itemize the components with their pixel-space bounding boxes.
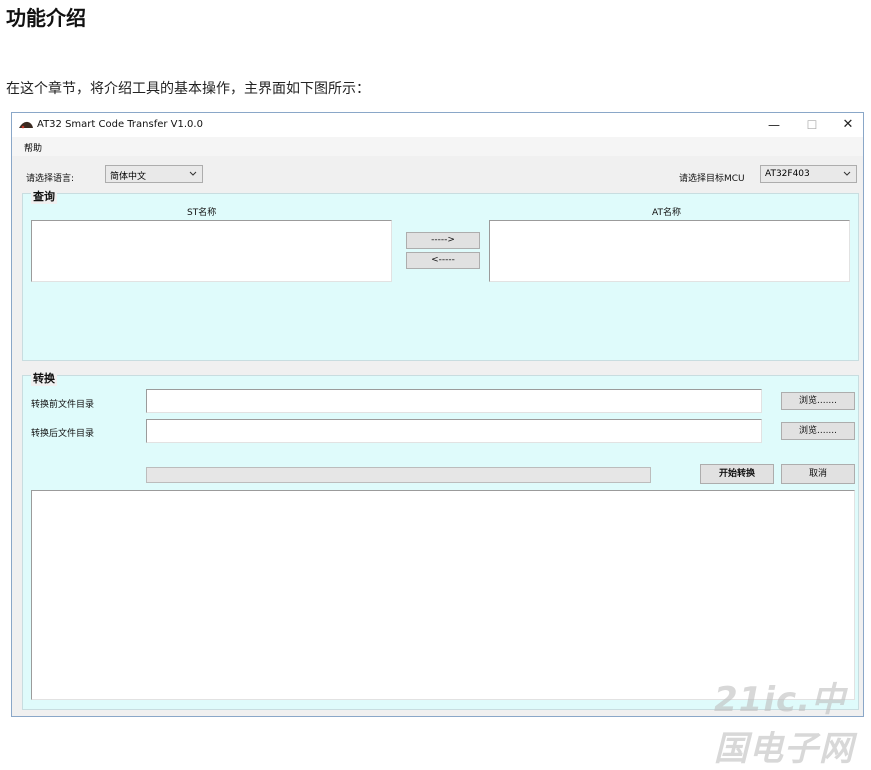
menu-item-help[interactable]: 帮助 [24,141,42,154]
cancel-button[interactable]: 取消 [781,464,855,484]
language-selected-value: 简体中文 [110,172,147,182]
query-group: 查询 ST名称 AT名称 -----> <----- [22,188,859,361]
target-dir-label: 转换后文件目录 [31,429,95,439]
mcu-label: 请选择目标MCU [679,174,745,184]
st-to-at-button[interactable]: -----> [406,232,480,249]
convert-group: 转换 转换前文件目录 浏览....... 转换后文件目录 浏览....... 开… [22,370,859,710]
language-select[interactable]: 简体中文 [105,165,203,183]
query-group-title: 查询 [31,188,57,204]
chevron-down-icon [843,171,851,176]
st-name-list[interactable] [31,220,392,282]
language-label: 请选择语言: [26,174,75,184]
browse-target-button[interactable]: 浏览....... [781,422,855,440]
start-convert-button[interactable]: 开始转换 [700,464,774,484]
source-dir-label: 转换前文件目录 [31,400,95,410]
st-name-header: ST名称 [187,208,217,218]
app-window: AT32 Smart Code Transfer V1.0.0 — ☐ ✕ 帮助… [11,112,864,717]
at-name-header: AT名称 [652,208,681,218]
close-button[interactable]: ✕ [830,113,863,137]
title-bar[interactable]: AT32 Smart Code Transfer V1.0.0 — ☐ ✕ [12,113,863,137]
at-name-list[interactable] [489,220,850,282]
window-title: AT32 Smart Code Transfer V1.0.0 [37,119,203,130]
mcu-select[interactable]: AT32F403 [760,165,857,183]
document-paragraph: 在这个章节，将介绍工具的基本操作，主界面如下图所示： [6,81,370,97]
chevron-down-icon [189,171,197,176]
maximize-button[interactable]: ☐ [794,113,830,137]
conversion-progress-bar [146,467,651,483]
minimize-button[interactable]: — [756,113,792,137]
target-dir-input[interactable] [146,419,762,443]
browse-source-button[interactable]: 浏览....... [781,392,855,410]
conversion-log-area[interactable] [31,490,855,700]
source-dir-input[interactable] [146,389,762,413]
menu-bar: 帮助 [12,137,863,156]
app-logo-icon [19,121,33,129]
site-watermark: 21ic.中国电子网 [714,680,854,769]
at-to-st-button[interactable]: <----- [406,252,480,269]
document-heading: 功能介绍 [6,6,86,30]
convert-group-title: 转换 [31,370,57,386]
mcu-selected-value: AT32F403 [765,169,810,179]
